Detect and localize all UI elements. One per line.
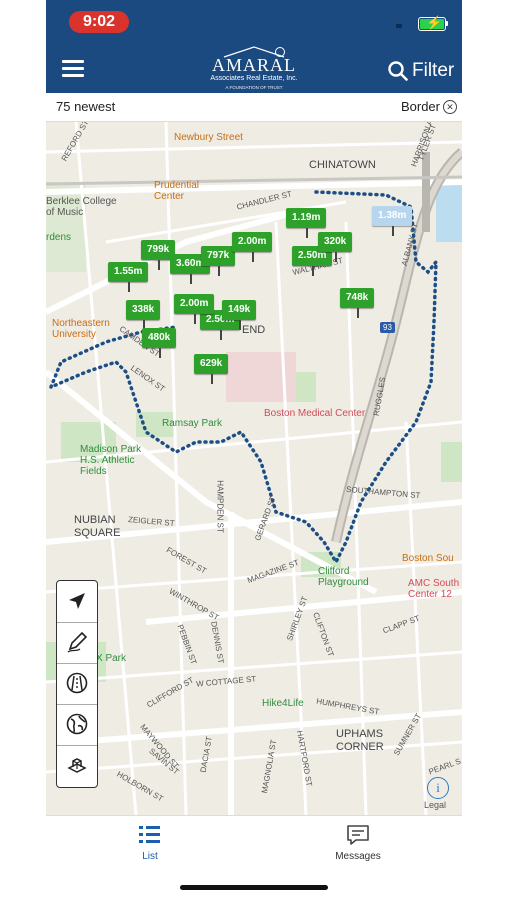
map-label-newbury: Newbury Street — [174, 132, 243, 143]
listing-pin[interactable]: 629k — [194, 354, 229, 384]
results-bar: 75 newest Border ✕ — [46, 93, 462, 122]
map-label-hike: Hike4Life — [262, 698, 304, 709]
info-button[interactable]: i — [427, 777, 449, 799]
legal-link[interactable]: Legal — [424, 800, 446, 810]
map-label-gardens: rdens — [46, 232, 72, 243]
listing-pin[interactable]: 2.00m — [232, 232, 273, 262]
map-label-clifford: Clifford Playground — [318, 566, 369, 588]
street-hampden: HAMPDEN ST — [215, 480, 225, 533]
listing-pin[interactable]: 149k — [222, 300, 257, 330]
clear-border-icon[interactable]: ✕ — [443, 100, 457, 114]
road-icon — [66, 672, 88, 694]
map-label-berklee: Berklee College of Music — [46, 196, 117, 218]
search-icon — [388, 61, 408, 81]
map-label-chinatown: CHINATOWN — [309, 159, 376, 171]
phone-screen: 9:02 ⚡ Amaral Associates Real Estate, In… — [46, 0, 462, 900]
listing-pin[interactable]: 320k — [318, 232, 353, 262]
map-label-end: END — [242, 324, 266, 336]
filter-button[interactable]: Filter — [388, 58, 454, 84]
draw-button[interactable] — [57, 622, 97, 664]
status-time: 9:02 — [69, 11, 129, 33]
logo-subtitle: Associates Real Estate, Inc. — [210, 75, 298, 82]
tab-list-label: List — [142, 851, 158, 862]
map-label-boston-south: Boston Sou — [402, 553, 454, 564]
3d-building-icon — [67, 758, 87, 773]
logo-roof-icon — [223, 46, 285, 58]
battery-icon: ⚡ — [418, 15, 446, 31]
globe-icon — [66, 713, 88, 735]
interstate-shield: 93 — [380, 322, 395, 333]
tab-list[interactable]: List — [110, 824, 190, 862]
logo-tagline: A FOUNDATION OF TRUST — [225, 85, 283, 90]
logo-name: Amaral — [211, 55, 296, 75]
filter-label: Filter — [412, 60, 455, 81]
map-label-prudential: Prudential Center — [154, 180, 200, 202]
map-tools — [56, 580, 98, 788]
listing-pin[interactable]: 748k — [340, 288, 375, 318]
map-label-x-park: X Park — [96, 653, 127, 664]
map-label-bmc: Boston Medical Center — [264, 408, 366, 419]
signal-icon — [396, 24, 402, 28]
listing-pin[interactable]: 2.00m — [174, 294, 215, 324]
map-label-amc: AMC South Center 12 — [408, 578, 460, 600]
listing-pin[interactable]: 480k — [142, 328, 177, 358]
brand-logo: Amaral Associates Real Estate, Inc. A FO… — [196, 46, 312, 90]
pencil-icon — [67, 631, 88, 653]
satellite-button[interactable] — [57, 704, 97, 746]
road-view-button[interactable] — [57, 663, 97, 705]
results-count: 75 newest — [56, 99, 116, 114]
listing-pin[interactable]: 1.55m — [108, 262, 149, 292]
map-label-ramsay: Ramsay Park — [162, 418, 223, 429]
hamburger-menu-button[interactable] — [62, 60, 84, 78]
battery-tip — [446, 21, 448, 26]
message-icon — [347, 825, 369, 845]
tab-messages-label: Messages — [335, 851, 381, 862]
locate-button[interactable] — [57, 581, 97, 623]
map-label-uphams: UPHAMS CORNER — [336, 728, 384, 753]
listing-pin[interactable]: 797k — [201, 246, 236, 276]
map-label-madison: Madison Park H.S. Athletic Fields — [80, 444, 142, 477]
border-label[interactable]: Border — [401, 99, 440, 114]
app-header: 9:02 ⚡ Amaral Associates Real Estate, In… — [46, 0, 462, 93]
tab-messages[interactable]: Messages — [318, 824, 398, 862]
listing-pin[interactable]: 1.19m — [286, 208, 327, 238]
map-label-nubian: NUBIAN SQUARE — [74, 514, 121, 539]
listing-pin[interactable]: 338k — [126, 300, 161, 330]
3d-view-button[interactable] — [57, 745, 97, 786]
home-indicator — [180, 885, 328, 890]
map-view[interactable]: Newbury Street CHINATOWN Prudential Cent… — [46, 122, 462, 815]
list-icon — [139, 826, 160, 843]
listing-pin-blue[interactable]: 1.38m — [372, 206, 413, 236]
location-arrow-icon — [69, 593, 85, 609]
